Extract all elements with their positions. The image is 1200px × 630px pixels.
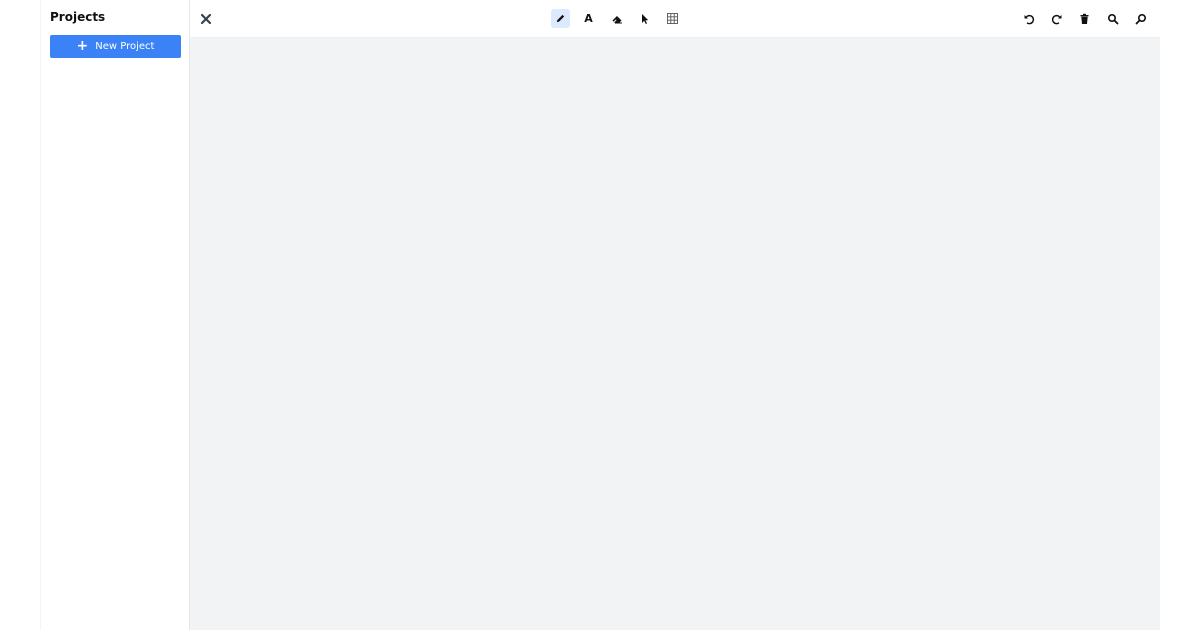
- tool-select[interactable]: [635, 9, 654, 28]
- zoom-out-button[interactable]: [1131, 9, 1150, 28]
- sidebar-title: Projects: [50, 10, 106, 24]
- tool-pencil[interactable]: [551, 9, 570, 28]
- redo-button[interactable]: [1047, 9, 1066, 28]
- zoom-in-button[interactable]: [1103, 9, 1122, 28]
- text-icon: A: [584, 12, 593, 25]
- zoom-in-icon: [1107, 13, 1118, 24]
- new-project-button[interactable]: + New Project: [50, 35, 181, 58]
- tool-text[interactable]: A: [579, 9, 598, 28]
- close-icon: [200, 13, 211, 24]
- drawing-canvas[interactable]: [190, 38, 1160, 630]
- redo-icon: [1051, 14, 1061, 24]
- undo-button[interactable]: [1019, 9, 1038, 28]
- zoom-out-icon: [1135, 13, 1146, 24]
- tool-grid[interactable]: [663, 9, 682, 28]
- eraser-icon: [612, 15, 622, 23]
- cursor-icon: [642, 13, 649, 24]
- pencil-icon: [556, 14, 565, 23]
- delete-button[interactable]: [1075, 9, 1094, 28]
- projects-sidebar: Projects + New Project: [40, 0, 190, 630]
- app-window: Projects + New Project A: [40, 0, 1160, 630]
- plus-icon: +: [76, 37, 89, 54]
- toolbar: A: [190, 0, 1160, 38]
- close-button[interactable]: [196, 9, 215, 28]
- undo-icon: [1024, 14, 1034, 24]
- trash-icon: [1080, 13, 1089, 24]
- editor-main: A: [190, 0, 1160, 630]
- tool-eraser[interactable]: [607, 9, 626, 28]
- grid-icon: [667, 13, 678, 24]
- new-project-label: New Project: [95, 41, 155, 52]
